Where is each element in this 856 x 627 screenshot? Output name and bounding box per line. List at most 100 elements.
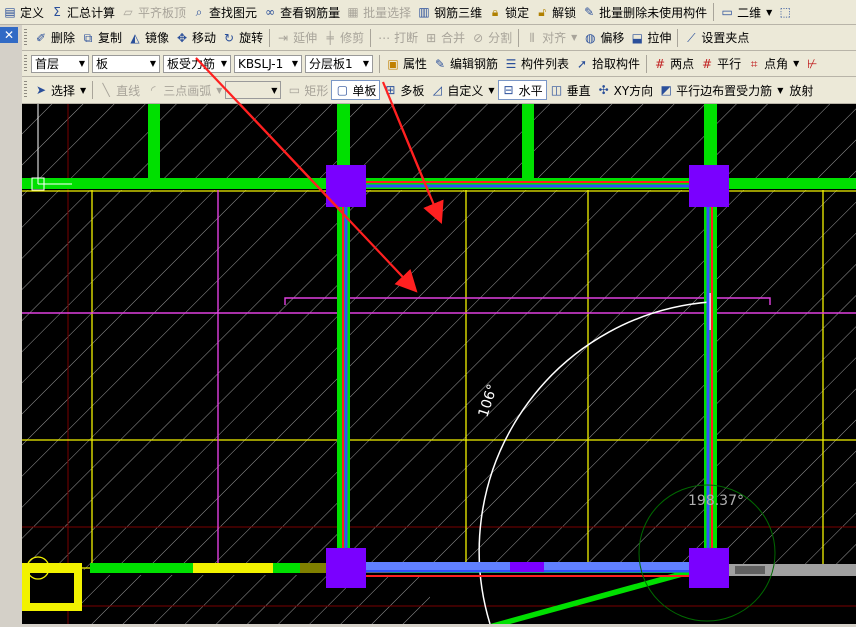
axis-tool-button[interactable]: ⊬ <box>802 54 822 74</box>
chevron-down-icon: ▼ <box>793 59 800 68</box>
brush-icon: ✎ <box>584 5 595 19</box>
single-slab-button[interactable]: ▢ 单板 <box>331 80 381 100</box>
lock-button[interactable]: 🔒︎ 锁定 <box>485 2 532 22</box>
rotate-button[interactable]: ↻ 旋转 <box>219 28 266 48</box>
define-button[interactable]: ▤ 定义 <box>0 2 47 22</box>
edit-rebar-button[interactable]: ✎ 编辑钢筋 <box>430 54 501 74</box>
chevron-down-icon: ▼ <box>216 85 223 95</box>
extend-button[interactable]: ⇥ 延伸 <box>273 28 320 48</box>
single-slab-icon: ▢ <box>336 83 349 97</box>
two-points-icon: # <box>655 56 666 71</box>
arc3-dropdown[interactable]: ◜ 三点画弧 ▼ <box>143 80 225 100</box>
mirror-button[interactable]: ◭ 镜像 <box>125 28 172 48</box>
cad-drawing: A 106° 198.37° <box>22 61 856 625</box>
grip-point-icon: ⟋ <box>687 30 696 45</box>
delete-button[interactable]: ✐ 删除 <box>31 28 78 48</box>
select-dropdown[interactable]: ➤ 选择 ▼ <box>31 80 89 100</box>
stretch-icon: ⬓ <box>631 30 644 45</box>
parallel-button[interactable]: # 平行 <box>697 54 744 74</box>
left-panel-strip <box>0 25 23 624</box>
component-list-button[interactable]: ☰ 构件列表 <box>501 54 572 74</box>
horizontal-icon: ⊟ <box>503 83 514 97</box>
component-select[interactable]: KBSLJ-1 ▼ <box>234 54 302 73</box>
horizontal-button[interactable]: ⊟ 水平 <box>497 80 547 100</box>
stretch-button[interactable]: ⬓ 拉伸 <box>627 28 674 48</box>
list-icon: ☰ <box>505 56 517 71</box>
xy-direction-button[interactable]: ✣ XY方向 <box>594 80 657 100</box>
draw-toolbar: ➤ 选择 ▼ ╲ 直线 ◜ 三点画弧 ▼ ▼ ▭ 矩形 ▢ 单板 ⊞ 多板 ◿ 自定义 ▼ ⊟ 水平 … <box>22 77 856 104</box>
separator <box>379 54 380 73</box>
parallel-edge-dropdown[interactable]: ◩ 平行边布置受力筋 ▼ <box>656 80 786 100</box>
floor-select[interactable]: 首层 ▼ <box>31 54 89 73</box>
align-dropdown[interactable]: ⫴ 对齐 ▼ <box>522 28 580 48</box>
batch-delete-button[interactable]: ✎ 批量删除未使用构件 <box>579 2 710 22</box>
pick-component-button[interactable]: ➚ 拾取构件 <box>572 54 643 74</box>
view-3d-button[interactable]: ⬚ <box>775 2 795 22</box>
chevron-down-icon: ▼ <box>220 59 227 68</box>
pick-icon: ➚ <box>577 56 588 71</box>
sub-type-select[interactable]: 板受力筋 ▼ <box>163 54 231 73</box>
move-icon: ✥ <box>177 30 188 45</box>
axis-label: A <box>34 562 43 577</box>
extend-icon: ⇥ <box>278 30 289 45</box>
move-button[interactable]: ✥ 移动 <box>172 28 219 48</box>
offset-button[interactable]: ◍ 偏移 <box>580 28 627 48</box>
multi-slab-icon: ⊞ <box>385 83 396 97</box>
separator <box>646 54 648 73</box>
chevron-down-icon: ▼ <box>80 85 87 95</box>
chevron-down-icon: ▼ <box>571 33 578 42</box>
separator <box>370 28 372 47</box>
copy-button[interactable]: ⧉ 复制 <box>78 28 125 48</box>
element-type-select[interactable]: 板 ▼ <box>92 54 160 73</box>
view-rebar-button[interactable]: ∞ 查看钢筋量 <box>260 2 343 22</box>
find-element-button[interactable]: ⌕ 查找图元 <box>189 2 260 22</box>
chevron-down-icon: ▼ <box>362 59 369 68</box>
chevron-down-icon: ▼ <box>766 7 773 17</box>
offset-icon: ◍ <box>585 30 596 45</box>
close-icon[interactable]: ✕ <box>0 27 18 43</box>
component-toolbar: 首层 ▼ 板 ▼ 板受力筋 ▼ KBSLJ-1 ▼ 分层板1 ▼ ▣ 属性 ✎ 编辑钢筋 ☰ 构… <box>22 51 856 77</box>
chevron-down-icon: ▼ <box>777 85 784 95</box>
radial-button[interactable]: 放射 <box>786 80 816 100</box>
toolbar-grip[interactable] <box>24 54 27 73</box>
point-angle-dropdown[interactable]: ⌗ 点角 ▼ <box>744 54 802 74</box>
drawing-canvas[interactable]: A 106° 198.37° <box>22 61 856 625</box>
properties-button[interactable]: ▣ 属性 <box>383 54 430 74</box>
unlock-icon: 🔓︎ <box>538 5 547 19</box>
custom-dropdown[interactable]: ◿ 自定义 ▼ <box>427 80 497 100</box>
trim-button[interactable]: ╪ 修剪 <box>320 28 367 48</box>
merge-button[interactable]: ⊞ 合并 <box>421 28 468 48</box>
axis-icon: ⊬ <box>807 56 818 71</box>
angle-label-2: 198.37° <box>688 493 744 509</box>
two-points-button[interactable]: # 两点 <box>650 54 697 74</box>
custom-icon: ◿ <box>432 83 443 97</box>
trim-icon: ╪ <box>326 30 334 45</box>
parallel-icon: # <box>702 56 713 71</box>
line-button[interactable]: ╲ 直线 <box>96 80 143 100</box>
define-icon: ▤ <box>4 5 16 19</box>
chevron-down-icon: ▼ <box>78 59 85 68</box>
vertical-button[interactable]: ◫ 垂直 <box>547 80 594 100</box>
toolbar-grip[interactable] <box>24 81 27 99</box>
toolbar-grip[interactable] <box>24 28 27 47</box>
rect-button[interactable]: ▭ 矩形 <box>284 80 331 100</box>
pencil-icon: ✎ <box>434 56 446 71</box>
rebar-3d-button[interactable]: ▥ 钢筋三维 <box>414 2 485 22</box>
multi-slab-button[interactable]: ⊞ 多板 <box>380 80 427 100</box>
view-mode-dropdown[interactable]: ▭ 二维 ▼ <box>717 2 775 22</box>
batch-select-button[interactable]: ▦ 批量选择 <box>343 2 414 22</box>
summary-button[interactable]: Σ 汇总计算 <box>47 2 118 22</box>
layer-select[interactable]: 分层板1 ▼ <box>305 54 373 73</box>
arc-option-select[interactable]: ▼ <box>225 81 282 99</box>
properties-icon: ▣ <box>387 56 399 71</box>
align-top-button[interactable]: ▱ 平齐板顶 <box>118 2 189 22</box>
mirror-icon: ◭ <box>130 30 140 45</box>
cursor-icon: ➤ <box>35 83 47 97</box>
split-icon: ⊘ <box>473 30 484 45</box>
break-icon: ⋯ <box>378 30 391 45</box>
break-button[interactable]: ⋯ 打断 <box>374 28 421 48</box>
split-button[interactable]: ⊘ 分割 <box>468 28 515 48</box>
unlock-button[interactable]: 🔓︎ 解锁 <box>532 2 579 22</box>
slab-hatch-main <box>22 190 856 570</box>
set-grip-button[interactable]: ⟋ 设置夹点 <box>681 28 752 48</box>
